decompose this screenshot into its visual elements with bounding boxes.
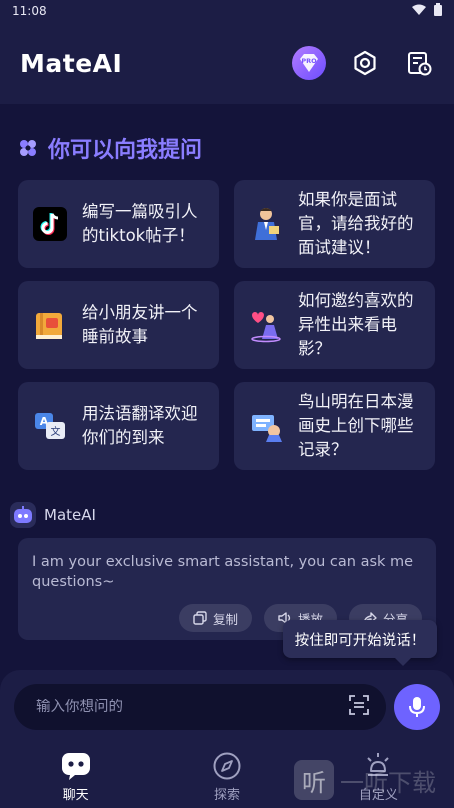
message-input-container (14, 684, 386, 730)
gear-icon (354, 50, 376, 76)
voice-hint-tooltip: 按住即可开始说话！ (283, 620, 437, 666)
scan-button[interactable] (348, 694, 370, 720)
pinwheel-icon (20, 140, 36, 156)
chat-area: 你可以向我提问 编写一篇吸引人的tiktok帖子！ 如果你是面试官，请给我好的面… (0, 104, 454, 670)
bottom-navigation: 聊天 探索 自定义 (0, 744, 454, 808)
composer (0, 670, 454, 744)
pro-button[interactable]: PRO (292, 46, 326, 80)
prompt-card[interactable]: 鸟山明在日本漫画史上创下哪些记录？ (234, 382, 435, 470)
scan-icon (349, 695, 369, 715)
manga-icon (248, 408, 284, 444)
prompt-text: 如何邀约喜欢的异性出来看电影？ (298, 291, 414, 358)
prompt-text: 编写一篇吸引人的tiktok帖子！ (82, 202, 198, 245)
bot-name: MateAI (44, 506, 96, 524)
microphone-icon (409, 697, 425, 717)
prompt-text: 鸟山明在日本漫画史上创下哪些记录？ (298, 392, 414, 459)
bot-avatar (10, 502, 36, 528)
prompt-card[interactable]: 如果你是面试官，请给我好的面试建议！ (234, 180, 435, 268)
voice-input-button[interactable] (394, 684, 440, 730)
status-time: 11:08 (12, 4, 47, 18)
nav-custom[interactable]: 自定义 (303, 744, 454, 808)
status-bar: 11:08 (0, 0, 454, 22)
app-title: MateAI (20, 48, 123, 78)
pro-diamond-icon: PRO (300, 54, 318, 72)
pro-label: PRO (301, 57, 317, 65)
tiktok-icon (32, 206, 68, 242)
translate-icon: A 文 (32, 408, 68, 444)
copy-button[interactable]: 复制 (178, 604, 252, 632)
nav-chat[interactable]: 聊天 (0, 744, 151, 808)
chat-bot-icon (60, 750, 92, 782)
prompt-card[interactable]: A 文 用法语翻译欢迎你们的到来 (18, 382, 219, 470)
date-invite-icon (248, 307, 284, 343)
prompt-text: 用法语翻译欢迎你们的到来 (82, 404, 198, 447)
suggestions-title: 你可以向我提问 (48, 138, 203, 163)
prompt-card[interactable]: 如何邀约喜欢的异性出来看电影？ (234, 281, 435, 369)
bulb-icon (362, 750, 394, 782)
nav-custom-label: 自定义 (358, 788, 398, 803)
bot-message-text: I am your exclusive smart assistant, you… (32, 554, 414, 590)
prompt-text: 如果你是面试官，请给我好的面试建议！ (298, 190, 414, 257)
prompt-card[interactable]: 编写一篇吸引人的tiktok帖子！ (18, 180, 219, 268)
message-input[interactable] (36, 699, 348, 715)
wifi-icon (412, 4, 426, 19)
nav-explore-label: 探索 (213, 788, 240, 803)
battery-icon (434, 3, 442, 19)
history-icon (408, 52, 432, 76)
prompt-text: 给小朋友讲一个睡前故事 (82, 303, 198, 346)
compass-icon (211, 750, 243, 782)
history-button[interactable] (404, 48, 434, 78)
interviewer-icon (248, 206, 284, 242)
nav-chat-label: 聊天 (62, 788, 89, 803)
storybook-icon (32, 307, 68, 343)
settings-button[interactable] (350, 48, 380, 78)
app-header: MateAI PRO (0, 22, 454, 104)
nav-explore[interactable]: 探索 (151, 744, 302, 808)
copy-icon (193, 611, 207, 625)
svg-text:文: 文 (51, 425, 61, 438)
bot-identity: MateAI (10, 502, 96, 528)
suggestions-heading: 你可以向我提问 (18, 132, 202, 164)
robot-icon (14, 506, 32, 523)
prompt-card[interactable]: 给小朋友讲一个睡前故事 (18, 281, 219, 369)
copy-label: 复制 (212, 611, 238, 627)
